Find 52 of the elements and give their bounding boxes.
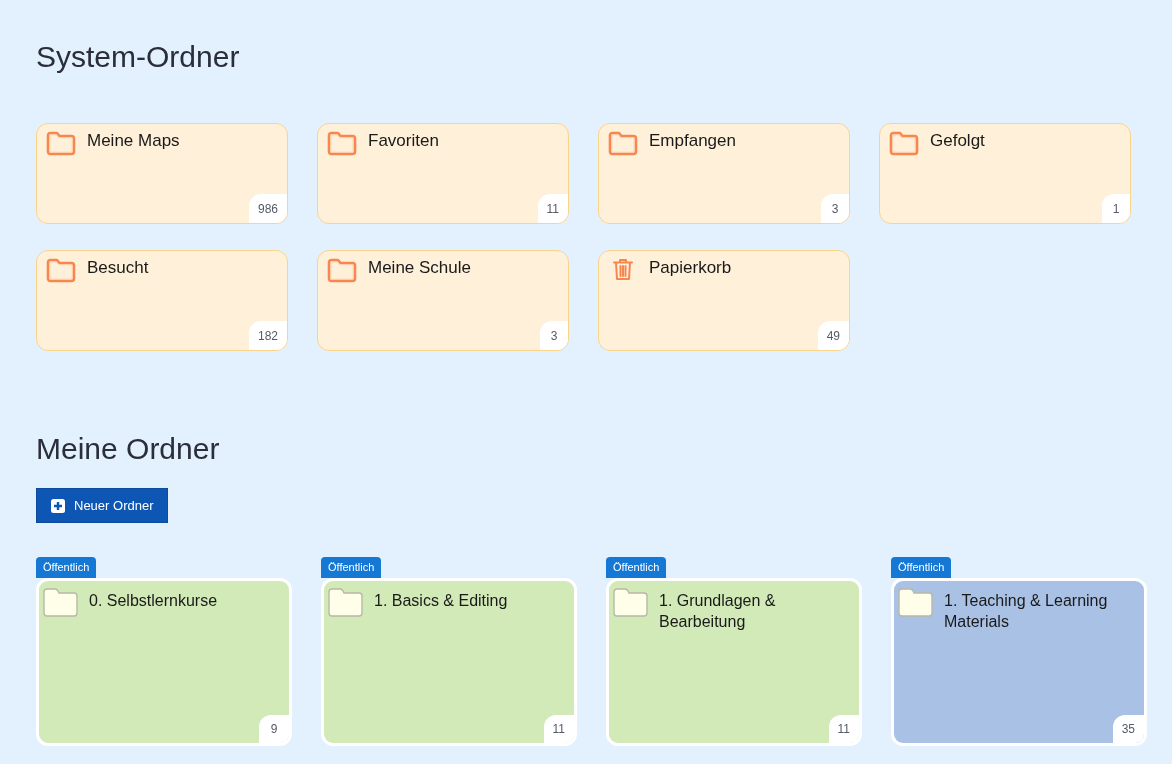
folder-outline-icon — [46, 258, 76, 283]
item-count: 3 — [821, 194, 849, 223]
plus-icon — [51, 498, 65, 513]
folder-card[interactable]: 1. Grundlagen & Bearbeitung 11 — [606, 578, 862, 746]
folder-card[interactable]: Besucht 182 — [36, 250, 288, 351]
folder-name: Besucht — [87, 257, 149, 279]
item-count: 11 — [537, 194, 568, 223]
public-tag: Öffentlich — [891, 557, 952, 578]
item-count: 49 — [817, 321, 849, 350]
folder-name: Favoriten — [368, 130, 439, 152]
item-count: 9 — [259, 715, 289, 743]
folder-outline-icon — [327, 258, 357, 283]
folder-card[interactable]: Favoriten 11 — [317, 123, 569, 224]
item-count: 1 — [1102, 194, 1130, 223]
folder-icon — [328, 588, 363, 617]
folder-icon — [898, 588, 933, 617]
folder-icon — [43, 588, 78, 617]
folder-outline-icon — [889, 131, 919, 156]
folder-card[interactable]: 1. Teaching & Learning Materials 35 — [891, 578, 1147, 746]
folder-card[interactable]: Empfangen 3 — [598, 123, 850, 224]
folder-card[interactable]: Papierkorb 49 — [598, 250, 850, 351]
public-tag: Öffentlich — [36, 557, 97, 578]
item-count: 3 — [540, 321, 568, 350]
section-heading: System-Ordner — [36, 39, 240, 75]
folder-name: 0. Selbstlernkurse — [89, 591, 218, 611]
folder-name: Empfangen — [649, 130, 736, 152]
folder-name: Papierkorb — [649, 257, 732, 279]
folder-name: 1. Basics & Editing — [374, 591, 508, 611]
folder-card[interactable]: Meine Schule 3 — [317, 250, 569, 351]
section-heading: Meine Ordner — [36, 431, 220, 467]
folder-name: 1. Grundlagen & Bearbeitung — [659, 591, 777, 632]
folder-name: 1. Teaching & Learning Materials — [944, 591, 1109, 632]
folder-name: Meine Schule — [368, 257, 471, 279]
item-count: 35 — [1112, 715, 1144, 743]
item-count: 182 — [248, 321, 287, 350]
trash-icon — [613, 258, 633, 281]
folder-outline-icon — [608, 131, 638, 156]
public-tag: Öffentlich — [321, 557, 382, 578]
folder-card[interactable]: 1. Basics & Editing 11 — [321, 578, 577, 746]
folder-card[interactable]: Gefolgt 1 — [879, 123, 1131, 224]
item-count: 986 — [248, 194, 287, 223]
folder-name: Gefolgt — [930, 130, 985, 152]
item-count: 11 — [828, 715, 859, 743]
new-folder-button[interactable]: Neuer Ordner — [36, 488, 169, 523]
folder-name: Meine Maps — [87, 130, 180, 152]
item-count: 11 — [543, 715, 574, 743]
folder-outline-icon — [327, 131, 357, 156]
folder-icon — [613, 588, 648, 617]
folder-card[interactable]: Meine Maps 986 — [36, 123, 288, 224]
public-tag: Öffentlich — [606, 557, 667, 578]
folder-outline-icon — [46, 131, 76, 156]
folder-card[interactable]: 0. Selbstlernkurse 9 — [36, 578, 292, 746]
